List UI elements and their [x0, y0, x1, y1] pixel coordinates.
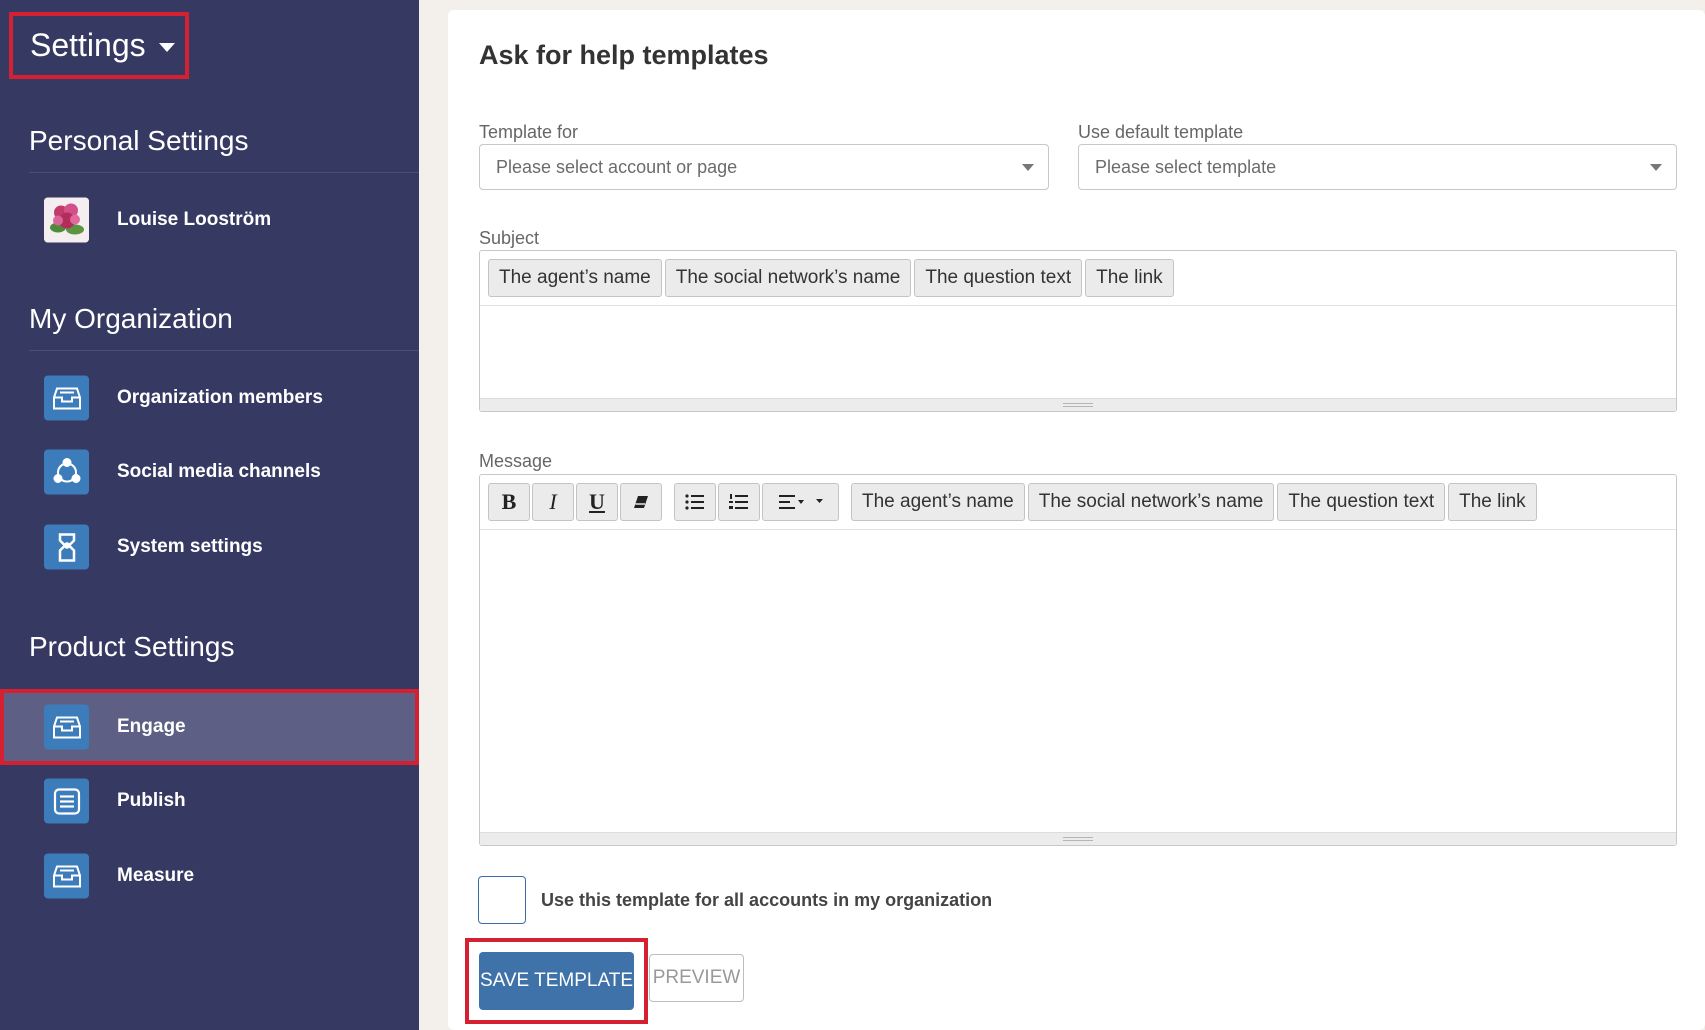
- insert-link-button[interactable]: The link: [1448, 483, 1537, 521]
- divider: [29, 172, 419, 173]
- inbox-icon: [44, 375, 89, 421]
- resize-handle[interactable]: [480, 832, 1676, 845]
- chevron-down-icon: [158, 43, 175, 52]
- grip-icon: [1063, 837, 1093, 841]
- divider: [29, 350, 419, 351]
- robot-icon: [44, 524, 89, 570]
- insert-network-name-button[interactable]: The social network’s name: [1027, 483, 1275, 521]
- numbered-list-icon: [729, 494, 748, 509]
- chevron-down-icon: [1022, 164, 1034, 171]
- subject-editor: The agent’s name The social network’s na…: [479, 250, 1677, 412]
- save-template-button[interactable]: SAVE TEMPLATE: [479, 952, 634, 1010]
- message-editor: B I U The agent’s name The social networ…: [479, 474, 1677, 846]
- grip-icon: [1063, 403, 1093, 407]
- sidebar-item-engage[interactable]: Engage: [0, 689, 419, 765]
- sidebar-item-social-media-channels[interactable]: Social media channels: [0, 436, 419, 508]
- message-input[interactable]: [480, 530, 1676, 832]
- clear-format-button[interactable]: [620, 483, 662, 521]
- section-heading-organization: My Organization: [29, 303, 233, 334]
- sidebar-item-label: Measure: [117, 865, 195, 886]
- insert-link-button[interactable]: The link: [1085, 259, 1174, 297]
- settings-title: Settings: [30, 27, 146, 63]
- sidebar-item-label: Publish: [117, 790, 186, 811]
- sidebar-item-label: Social media channels: [117, 461, 321, 482]
- sidebar: Settings Personal Settings Louise Loostr…: [0, 0, 419, 1030]
- templates-card: Ask for help templates Template for Plea…: [448, 10, 1705, 1030]
- user-name: Louise Looström: [117, 209, 272, 230]
- inbox-icon: [44, 853, 89, 899]
- sidebar-item-publish[interactable]: Publish: [0, 765, 419, 837]
- sidebar-item-system-settings[interactable]: System settings: [0, 511, 419, 583]
- network-icon: [44, 449, 89, 495]
- settings-menu-toggle[interactable]: Settings: [9, 12, 189, 79]
- numbered-list-button[interactable]: [718, 483, 760, 521]
- use-for-all-label: Use this template for all accounts in my…: [541, 890, 993, 910]
- sidebar-item-measure[interactable]: Measure: [0, 840, 419, 912]
- insert-network-name-button[interactable]: The social network’s name: [664, 259, 912, 297]
- sidebar-item-user-profile[interactable]: Louise Looström: [0, 184, 419, 256]
- italic-button[interactable]: I: [532, 483, 574, 521]
- default-template-placeholder: Please select template: [1095, 156, 1277, 177]
- insert-agent-name-button[interactable]: The agent’s name: [488, 259, 662, 297]
- align-dropdown-button[interactable]: [762, 483, 839, 521]
- sidebar-item-organization-members[interactable]: Organization members: [0, 362, 419, 434]
- sidebar-item-label: System settings: [117, 536, 263, 557]
- inbox-icon: [44, 704, 89, 750]
- message-label: Message: [479, 451, 553, 471]
- bullet-list-button[interactable]: [674, 483, 716, 521]
- template-for-placeholder: Please select account or page: [496, 156, 738, 177]
- default-template-select[interactable]: Please select template: [1078, 144, 1677, 190]
- insert-agent-name-button[interactable]: The agent’s name: [851, 483, 1025, 521]
- template-for-select[interactable]: Please select account or page: [479, 144, 1049, 190]
- document-icon: [44, 778, 89, 824]
- subject-token-toolbar: The agent’s name The social network’s na…: [480, 251, 1676, 306]
- bold-button[interactable]: B: [488, 483, 530, 521]
- subject-input[interactable]: [480, 306, 1676, 398]
- align-left-icon: [778, 495, 823, 509]
- message-toolbar: B I U The agent’s name The social networ…: [480, 475, 1676, 530]
- underline-button[interactable]: U: [576, 483, 618, 521]
- chevron-down-icon: [1650, 164, 1662, 171]
- bullet-list-icon: [685, 494, 704, 510]
- sidebar-item-label: Engage: [117, 716, 186, 737]
- preview-button[interactable]: PREVIEW: [649, 954, 744, 1002]
- save-highlight: SAVE TEMPLATE: [465, 938, 648, 1024]
- sidebar-item-label: Organization members: [117, 387, 323, 408]
- avatar: [44, 197, 89, 243]
- default-template-label: Use default template: [1078, 122, 1244, 142]
- use-for-all-checkbox[interactable]: [478, 876, 526, 924]
- subject-label: Subject: [479, 228, 540, 248]
- resize-handle[interactable]: [480, 398, 1676, 411]
- eraser-icon: [634, 496, 648, 508]
- page-title: Ask for help templates: [479, 40, 769, 70]
- insert-question-text-button[interactable]: The question text: [1277, 483, 1446, 521]
- section-heading-personal: Personal Settings: [29, 125, 249, 156]
- insert-question-text-button[interactable]: The question text: [914, 259, 1083, 297]
- section-heading-product: Product Settings: [29, 631, 235, 662]
- template-for-label: Template for: [479, 122, 579, 142]
